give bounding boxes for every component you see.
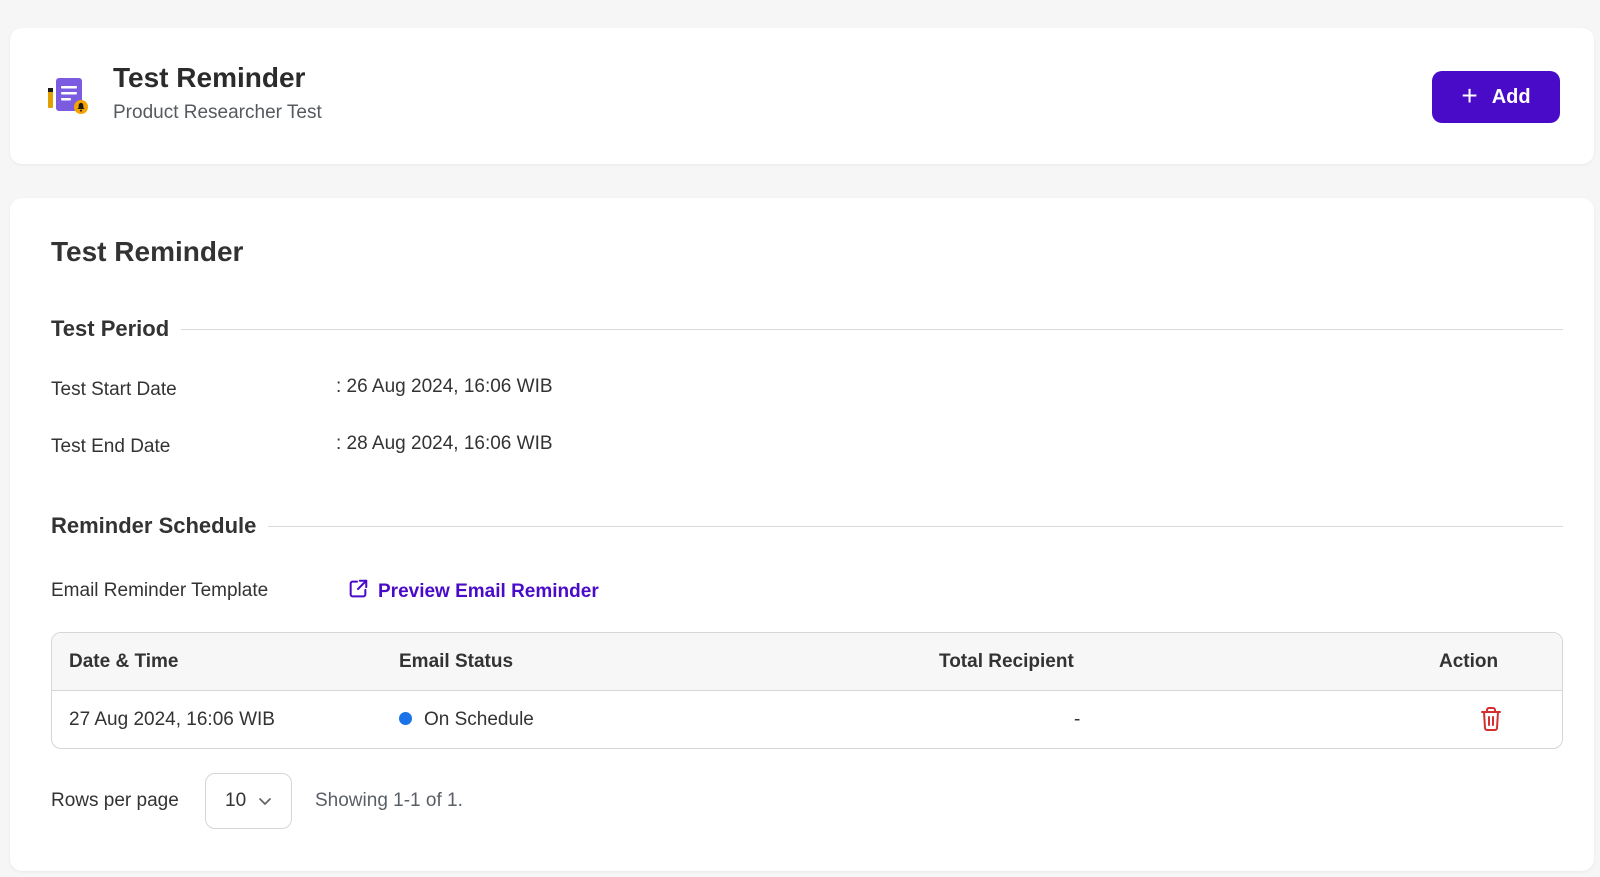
chevron-down-icon bbox=[258, 790, 272, 812]
row-email-status: On Schedule bbox=[399, 709, 534, 731]
plus-icon: + bbox=[1461, 79, 1478, 111]
divider bbox=[268, 525, 1563, 527]
preview-email-reminder-label: Preview Email Reminder bbox=[378, 581, 599, 602]
add-button[interactable]: + Add bbox=[1432, 71, 1560, 123]
document-bell-icon bbox=[46, 74, 96, 118]
reminder-schedule-heading-label: Reminder Schedule bbox=[51, 513, 257, 538]
test-start-date-label: Test Start Date bbox=[51, 379, 177, 400]
preview-email-reminder-link[interactable]: Preview Email Reminder bbox=[347, 578, 599, 606]
column-header-total-recipient: Total Recipient bbox=[939, 651, 1074, 672]
test-end-date-value: : 28 Aug 2024, 16:06 WIB bbox=[336, 433, 553, 454]
header-card: Test Reminder Product Researcher Test + … bbox=[10, 28, 1594, 164]
reminder-schedule-heading: Reminder Schedule bbox=[51, 513, 1563, 539]
rows-per-page-select[interactable]: 10 bbox=[205, 773, 292, 829]
section-title: Test Reminder bbox=[51, 236, 244, 267]
external-link-icon bbox=[347, 578, 369, 606]
email-template-label: Email Reminder Template bbox=[51, 580, 269, 601]
row-total-recipient: - bbox=[1074, 709, 1081, 730]
test-end-date-label: Test End Date bbox=[51, 436, 171, 457]
test-period-heading-label: Test Period bbox=[51, 316, 170, 341]
reminder-table: Date & Time Email Status Total Recipient… bbox=[51, 632, 1563, 749]
trash-icon[interactable] bbox=[1479, 706, 1503, 732]
rows-per-page-value: 10 bbox=[225, 790, 247, 811]
test-start-date-value: : 26 Aug 2024, 16:06 WIB bbox=[336, 376, 553, 397]
status-dot bbox=[399, 711, 412, 725]
divider bbox=[181, 328, 1563, 330]
pagination-summary: Showing 1-1 of 1. bbox=[315, 790, 463, 811]
test-period-heading: Test Period bbox=[51, 316, 1563, 342]
add-button-label: Add bbox=[1491, 85, 1531, 108]
table-row: 27 Aug 2024, 16:06 WIB On Schedule - bbox=[52, 691, 1562, 748]
page-title: Test Reminder bbox=[113, 62, 306, 93]
row-email-status-label: On Schedule bbox=[424, 709, 534, 730]
rows-per-page-label: Rows per page bbox=[51, 790, 179, 811]
row-date-time: 27 Aug 2024, 16:06 WIB bbox=[69, 709, 275, 730]
column-header-action: Action bbox=[1439, 651, 1499, 672]
column-header-date-time: Date & Time bbox=[69, 651, 179, 672]
main-card: Test Reminder Test Period Test Start Dat… bbox=[10, 198, 1594, 871]
table-header: Date & Time Email Status Total Recipient… bbox=[52, 633, 1562, 691]
column-header-email-status: Email Status bbox=[399, 651, 514, 672]
page-subtitle: Product Researcher Test bbox=[113, 102, 322, 123]
